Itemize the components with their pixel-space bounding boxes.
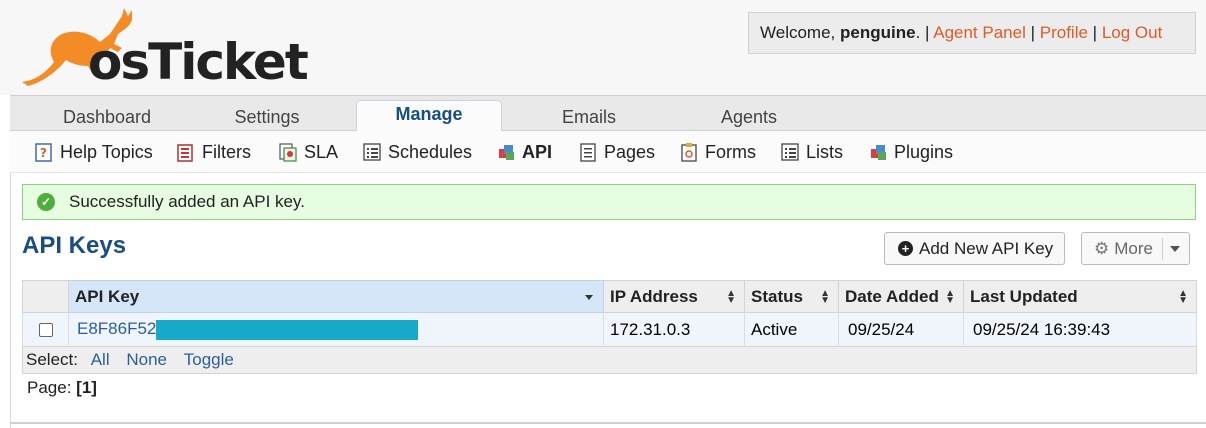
- column-label: Last Updated: [970, 286, 1078, 306]
- sla-icon: [278, 142, 298, 162]
- subnav-label: Pages: [604, 141, 656, 162]
- column-label: Status: [751, 286, 803, 306]
- subnav-pages[interactable]: Pages: [578, 141, 655, 163]
- schedules-icon: [362, 142, 382, 162]
- filters-icon: [176, 142, 196, 162]
- select-toggle-link[interactable]: Toggle: [184, 350, 234, 369]
- ip-address-cell: 172.31.0.3: [603, 312, 745, 347]
- subnav-label: SLA: [304, 141, 339, 162]
- forms-icon: [679, 142, 699, 162]
- separator: |: [1087, 23, 1102, 42]
- select-column-header: [22, 280, 69, 313]
- date-added-cell: 09/25/24: [838, 312, 964, 347]
- sort-icon: ▲ ▼: [945, 288, 955, 306]
- subnav-schedules[interactable]: Schedules: [362, 141, 472, 163]
- profile-link[interactable]: Profile: [1040, 23, 1088, 42]
- logo-text: osTicket: [88, 33, 309, 91]
- main-tabs: Dashboard Settings Manage Emails Agents: [10, 95, 1206, 132]
- subnav-label: API: [522, 141, 553, 162]
- pages-icon: [578, 142, 598, 162]
- tab-agents[interactable]: Agents: [674, 96, 824, 131]
- add-new-api-key-button[interactable]: + Add New API Key: [884, 232, 1065, 265]
- add-button-label: Add New API Key: [919, 238, 1054, 258]
- select-all-link[interactable]: All: [91, 350, 110, 369]
- tab-manage[interactable]: Manage: [356, 100, 502, 132]
- subnav-label: Forms: [705, 141, 756, 162]
- manage-subnav: ? Help Topics Filters SLA Schedules API …: [10, 131, 1206, 173]
- more-button-label: More: [1114, 238, 1153, 258]
- gear-icon: ⚙: [1094, 238, 1110, 258]
- column-header-status[interactable]: Status ▲ ▼: [744, 280, 839, 313]
- column-label: Date Added: [845, 286, 939, 306]
- row-select-cell: [22, 312, 69, 347]
- check-circle-icon: ✓: [37, 193, 55, 211]
- bottom-divider: [10, 422, 1206, 424]
- api-key-link[interactable]: E8F86F52: [75, 319, 419, 340]
- column-label: API Key: [75, 286, 140, 306]
- header: osTicket Welcome, penguine. | Agent Pane…: [0, 0, 1206, 95]
- api-keys-table: API Key IP Address ▲ ▼ Status ▲ ▼ Date Add…: [22, 280, 1197, 347]
- column-header-api-key[interactable]: API Key: [68, 280, 604, 313]
- agent-panel-link[interactable]: Agent Panel: [933, 23, 1026, 42]
- last-updated-cell: 09/25/24 16:39:43: [963, 312, 1197, 347]
- api-key-cell: E8F86F52: [68, 312, 604, 347]
- column-header-date-added[interactable]: Date Added ▲ ▼: [838, 280, 964, 313]
- separator: |: [920, 23, 934, 42]
- subnav-label: Plugins: [894, 141, 954, 162]
- select-label: Select:: [26, 350, 78, 369]
- osticket-logo[interactable]: osTicket: [18, 4, 309, 91]
- column-header-ip-address[interactable]: IP Address ▲ ▼: [603, 280, 745, 313]
- redacted-key-block: [156, 319, 419, 340]
- chevron-down-icon[interactable]: [1170, 246, 1180, 252]
- subnav-label: Schedules: [388, 141, 473, 162]
- table-row: E8F86F52 172.31.0.3 Active 09/25/24 09/2…: [22, 312, 1197, 347]
- lists-icon: [780, 142, 800, 162]
- plugins-icon: [868, 142, 888, 162]
- subnav-label: Lists: [806, 141, 844, 162]
- separator: |: [1025, 23, 1040, 42]
- sort-icon: ▲ ▼: [1178, 288, 1188, 306]
- page-label: Page:: [27, 378, 72, 397]
- logout-link[interactable]: Log Out: [1102, 23, 1163, 42]
- sort-icon: ▲ ▼: [820, 288, 830, 306]
- tab-settings[interactable]: Settings: [192, 96, 342, 131]
- table-header-row: API Key IP Address ▲ ▼ Status ▲ ▼ Date Add…: [22, 280, 1197, 313]
- plus-circle-icon: +: [898, 241, 913, 256]
- subnav-api[interactable]: API: [496, 141, 552, 163]
- page-title: API Keys: [22, 232, 127, 259]
- more-dropdown-button[interactable]: ⚙ More: [1081, 232, 1190, 265]
- subnav-help-topics[interactable]: ? Help Topics: [34, 141, 153, 163]
- subnav-sla[interactable]: SLA: [278, 141, 338, 163]
- column-header-last-updated[interactable]: Last Updated ▲ ▼: [963, 280, 1197, 313]
- row-checkbox[interactable]: [38, 323, 53, 338]
- select-bar: Select: All None Toggle: [22, 346, 1197, 374]
- svg-text:?: ?: [40, 146, 47, 160]
- current-page: [1]: [76, 378, 97, 397]
- api-key-visible-text: E8F86F52: [77, 319, 157, 339]
- column-label: IP Address: [610, 286, 698, 306]
- welcome-text: Welcome,: [760, 23, 840, 42]
- pagination: Page: [1]: [27, 378, 97, 398]
- subnav-filters[interactable]: Filters: [176, 141, 251, 163]
- subnav-lists[interactable]: Lists: [780, 141, 843, 163]
- tab-emails[interactable]: Emails: [514, 96, 664, 131]
- subnav-label: Help Topics: [60, 141, 153, 162]
- subnav-label: Filters: [202, 141, 251, 162]
- sort-desc-icon: [585, 295, 593, 300]
- subnav-plugins[interactable]: Plugins: [868, 141, 953, 163]
- notice-message: Successfully added an API key.: [69, 192, 305, 211]
- status-cell: Active: [744, 312, 839, 347]
- api-icon: [496, 142, 516, 162]
- success-notice: ✓ Successfully added an API key.: [22, 184, 1196, 220]
- help-topics-icon: ?: [34, 142, 54, 162]
- tab-dashboard[interactable]: Dashboard: [32, 96, 182, 131]
- subnav-forms[interactable]: Forms: [679, 141, 756, 163]
- username: penguine: [840, 23, 916, 42]
- sort-icon: ▲ ▼: [726, 288, 736, 306]
- user-box: Welcome, penguine. | Agent Panel | Profi…: [748, 12, 1196, 54]
- select-none-link[interactable]: None: [126, 350, 167, 369]
- button-divider: [1162, 238, 1163, 260]
